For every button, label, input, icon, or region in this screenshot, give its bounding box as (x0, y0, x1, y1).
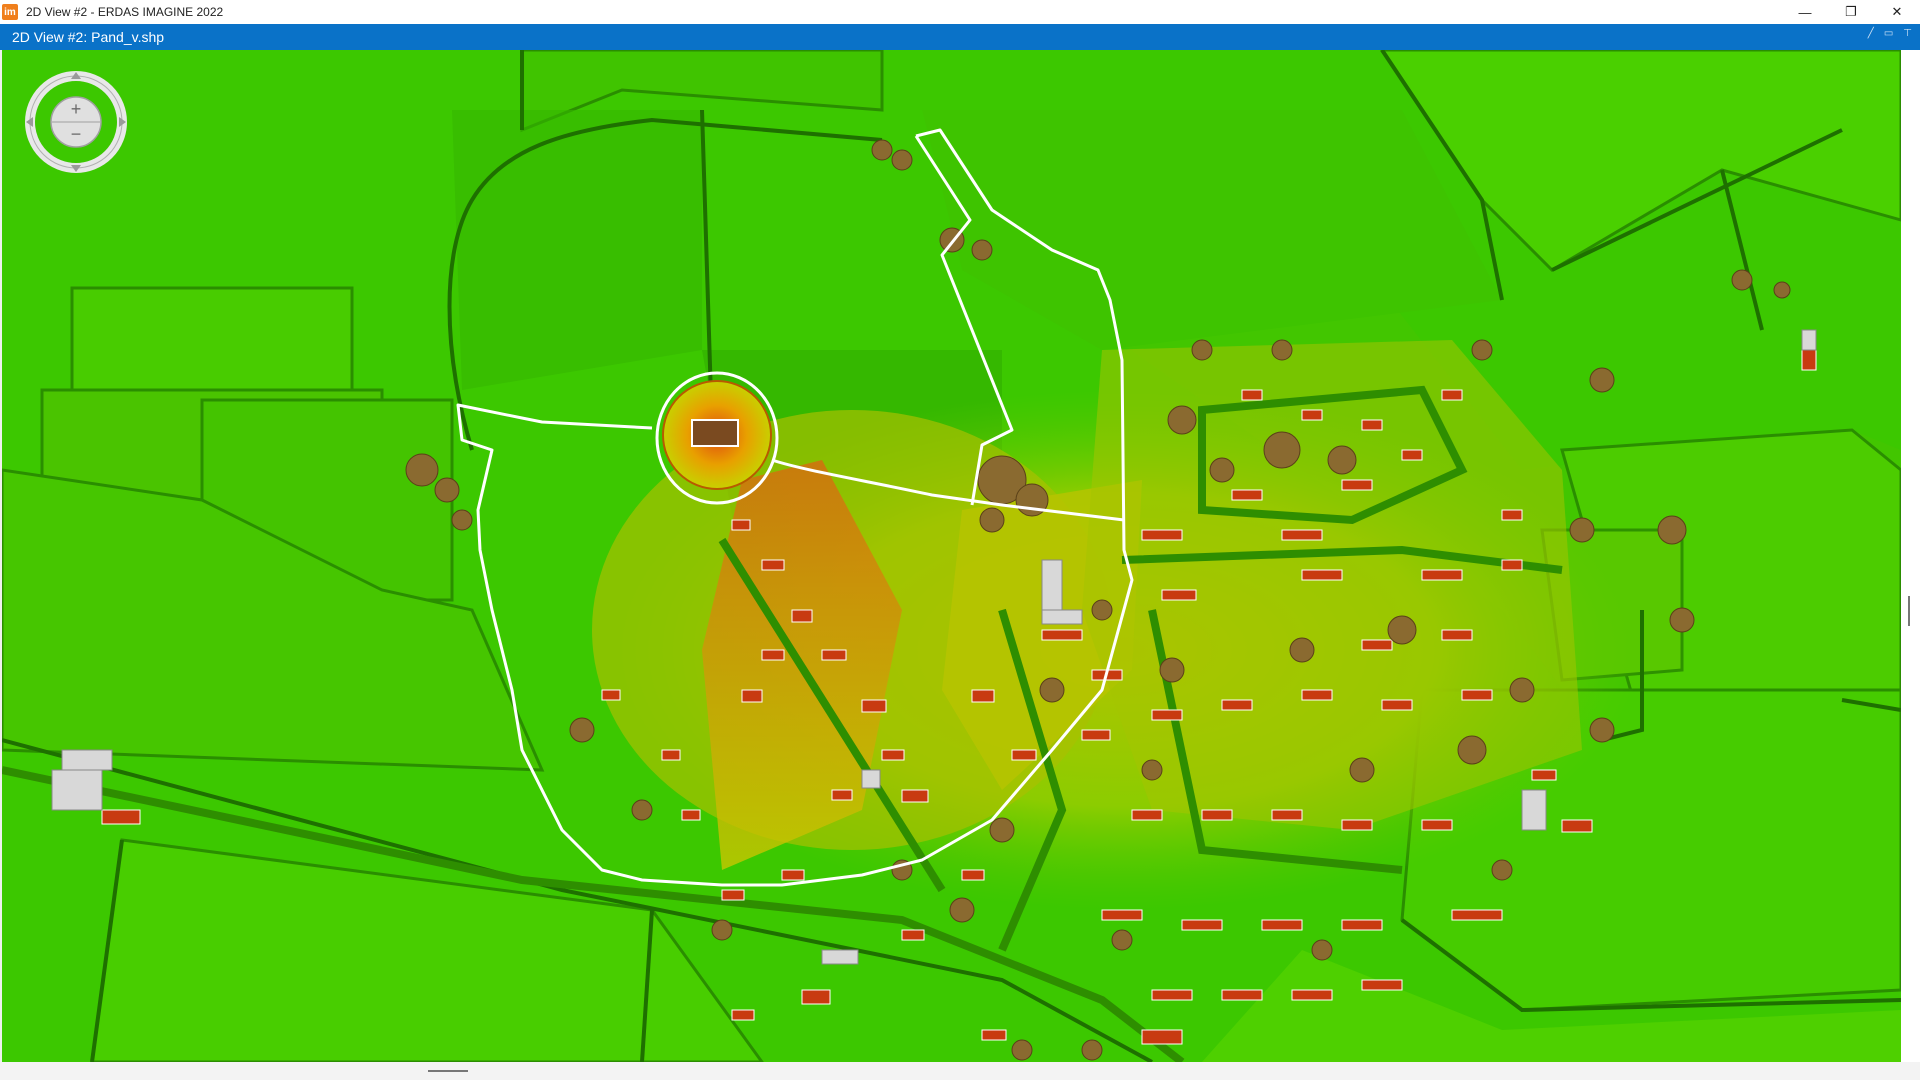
side-panel-edge (1901, 50, 1920, 1062)
window-icon[interactable]: ▭ (1884, 28, 1893, 39)
horizontal-resize-handle[interactable] (428, 1070, 468, 1072)
terrain-map[interactable] (2, 50, 1901, 1062)
view-title: 2D View #2: Pand_v.shp (12, 29, 165, 45)
window-titlebar: im 2D View #2 - ERDAS IMAGINE 2022 — ❐ ✕ (0, 0, 1920, 24)
map-navigator[interactable]: + − (24, 70, 128, 174)
minimize-button[interactable]: — (1782, 0, 1828, 24)
restore-button[interactable]: ❐ (1828, 0, 1874, 24)
view-tools: ╱ ▭ ⊤ (1868, 28, 1912, 39)
pushpin-icon[interactable]: ⊤ (1903, 28, 1912, 39)
bottom-status-strip (0, 1062, 1920, 1080)
erdas-logo-icon: im (2, 4, 18, 20)
window-controls: — ❐ ✕ (1782, 0, 1920, 24)
pin-icon[interactable]: ╱ (1868, 28, 1874, 39)
zoom-in-icon[interactable]: + (71, 99, 82, 119)
view-header: 2D View #2: Pand_v.shp ╱ ▭ ⊤ (0, 24, 1920, 50)
close-button[interactable]: ✕ (1874, 0, 1920, 24)
window-title: 2D View #2 - ERDAS IMAGINE 2022 (26, 5, 224, 19)
map-canvas[interactable]: + − (2, 50, 1901, 1062)
vertical-resize-handle[interactable] (1908, 596, 1910, 626)
zoom-out-icon[interactable]: − (71, 124, 82, 144)
mound-building (691, 419, 739, 447)
